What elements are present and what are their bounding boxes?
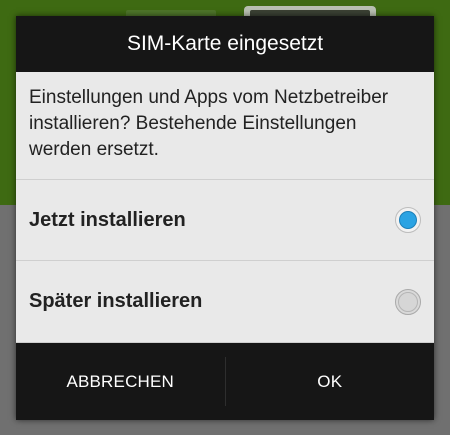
option-install-now[interactable]: Jetzt installieren (16, 180, 434, 262)
dialog-message: Einstellungen und Apps vom Netzbetreiber… (16, 72, 434, 180)
dialog-title: SIM-Karte eingesetzt (126, 31, 324, 55)
ok-button[interactable]: OK (226, 343, 435, 420)
cancel-button[interactable]: ABBRECHEN (16, 343, 225, 420)
dialog-footer: ABBRECHEN OK (16, 343, 435, 421)
radio-unselected-dot-icon (398, 291, 418, 312)
radio-selected-dot-icon (399, 211, 417, 230)
radio-install-now[interactable] (395, 207, 421, 234)
option-install-later-label: Später installieren (29, 290, 203, 313)
sim-card-dialog: SIM-Karte eingesetzt Einstellungen und A… (16, 16, 435, 421)
option-install-later[interactable]: Später installieren (16, 261, 434, 344)
radio-install-later[interactable] (395, 288, 421, 315)
dialog-header: SIM-Karte eingesetzt (16, 16, 434, 72)
option-install-now-label: Jetzt installieren (29, 208, 186, 231)
